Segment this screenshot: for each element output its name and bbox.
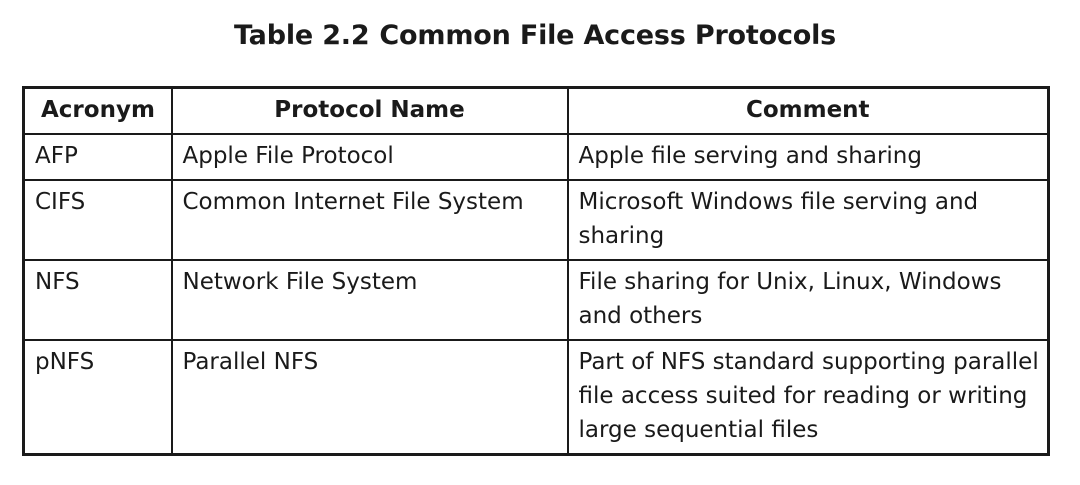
cell-comment: Apple file serving and sharing bbox=[566, 133, 1050, 181]
cell-acronym: pNFS bbox=[22, 339, 173, 456]
table-row: CIFS Common Internet File System Microso… bbox=[22, 179, 1050, 261]
table-number: Table 2.2 bbox=[233, 20, 370, 51]
cell-protocol-name: Common Internet File System bbox=[170, 179, 569, 261]
table-caption: Table 2.2 Common File Access Protocols bbox=[0, 20, 1070, 51]
cell-acronym: NFS bbox=[22, 259, 173, 341]
header-protocol-name: Protocol Name bbox=[170, 86, 569, 135]
document-page: Table 2.2 Common File Access Protocols Ac… bbox=[0, 0, 1080, 485]
cell-comment: File sharing for Unix, Linux, Windows an… bbox=[566, 259, 1050, 341]
table-row: pNFS Parallel NFS Part of NFS standard s… bbox=[22, 339, 1050, 456]
table-row: AFP Apple File Protocol Apple file servi… bbox=[22, 133, 1050, 181]
cell-protocol-name: Parallel NFS bbox=[170, 339, 569, 456]
table-title: Common File Access Protocols bbox=[379, 20, 837, 51]
cell-acronym: CIFS bbox=[22, 179, 173, 261]
cell-protocol-name: Network File System bbox=[170, 259, 569, 341]
cell-comment: Microsoft Windows file serving and shari… bbox=[566, 179, 1050, 261]
table-header-row: Acronym Protocol Name Comment bbox=[22, 86, 1050, 135]
cell-comment: Part of NFS standard supporting parallel… bbox=[566, 339, 1050, 456]
table-row: NFS Network File System File sharing for… bbox=[22, 259, 1050, 341]
protocols-table: Acronym Protocol Name Comment AFP Apple … bbox=[22, 86, 1050, 456]
header-acronym: Acronym bbox=[22, 86, 173, 135]
cell-acronym: AFP bbox=[22, 133, 173, 181]
cell-protocol-name: Apple File Protocol bbox=[170, 133, 569, 181]
header-comment: Comment bbox=[566, 86, 1050, 135]
